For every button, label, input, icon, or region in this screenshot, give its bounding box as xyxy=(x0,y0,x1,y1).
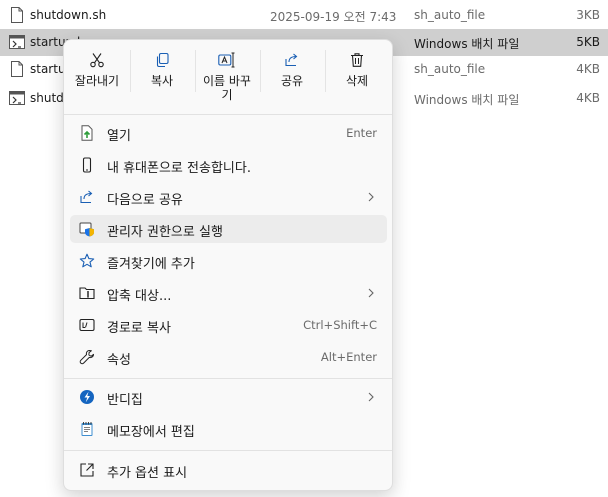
copy-path-icon xyxy=(79,318,95,332)
menu-item-open[interactable]: 열기 Enter xyxy=(70,119,387,147)
phone-icon xyxy=(82,157,92,173)
delete-label: 삭제 xyxy=(345,74,369,88)
notepad-icon xyxy=(81,422,93,436)
chevron-right-icon xyxy=(368,192,374,202)
menu-item-label: 관리자 권한으로 실행 xyxy=(107,225,223,240)
copy-button[interactable]: 복사 xyxy=(131,48,193,104)
menu-item-label: 열기 xyxy=(107,129,131,144)
file-name: shutdown.sh xyxy=(30,8,107,22)
menu-item-add-favorite[interactable]: 즐겨찾기에 추가 xyxy=(70,247,387,275)
zip-folder-icon xyxy=(79,287,95,300)
batch-file-icon xyxy=(9,35,25,49)
scissors-icon xyxy=(90,53,104,68)
file-size: 3KB xyxy=(576,8,600,22)
menu-item-shortcut: Alt+Enter xyxy=(320,350,377,364)
menu-item-show-more-options[interactable]: 추가 옵션 표시 xyxy=(70,456,387,484)
bandizip-icon xyxy=(80,390,94,404)
shield-icon xyxy=(79,222,94,237)
file-type: sh_auto_file xyxy=(414,62,486,76)
menu-divider xyxy=(64,450,392,451)
file-row-shutdown-sh[interactable]: shutdown.sh 2025-09-19 오전 7:43 sh_auto_f… xyxy=(0,2,608,29)
open-icon xyxy=(81,125,93,141)
share-icon xyxy=(80,190,93,204)
menu-item-copy-as-path[interactable]: 경로로 복사 Ctrl+Shift+C xyxy=(70,311,387,339)
file-size: 4KB xyxy=(576,91,600,105)
menu-divider xyxy=(64,378,392,379)
file-explorer-view: shutdown.sh 2025-09-19 오전 7:43 sh_auto_f… xyxy=(0,0,608,497)
menu-item-share-with[interactable]: 다음으로 공유 xyxy=(70,183,387,211)
copy-label: 복사 xyxy=(150,74,174,88)
menu-divider xyxy=(64,114,392,115)
cut-button[interactable]: 잘라내기 xyxy=(66,48,128,104)
menu-item-shortcut: Ctrl+Shift+C xyxy=(303,318,377,332)
file-type: sh_auto_file xyxy=(414,8,486,22)
file-size: 5KB xyxy=(576,35,600,49)
file-type: Windows 배치 파일 xyxy=(414,93,520,107)
menu-item-compress-to[interactable]: 압축 대상... xyxy=(70,279,387,307)
chevron-right-icon xyxy=(368,288,374,298)
share-icon xyxy=(285,53,298,67)
star-icon xyxy=(79,253,95,268)
cut-label: 잘라내기 xyxy=(74,74,120,88)
menu-item-shortcut: Enter xyxy=(346,126,377,140)
file-date: 2025-09-19 오전 7:43 xyxy=(270,10,397,24)
quick-action-bar: 잘라내기 복사 이름 바꾸기 공유 삭제 xyxy=(64,40,392,106)
menu-item-properties[interactable]: 속성 Alt+Enter xyxy=(70,343,387,371)
share-quick-button[interactable]: 공유 xyxy=(261,48,323,104)
menu-item-label: 내 휴대폰으로 전송합니다. xyxy=(107,161,251,176)
script-file-icon xyxy=(11,7,23,23)
context-menu: 잘라내기 복사 이름 바꾸기 공유 삭제 열기 Enter 내 휴대폰으로 전송… xyxy=(63,39,393,491)
menu-item-run-as-admin[interactable]: 관리자 권한으로 실행 xyxy=(70,215,387,243)
file-size: 4KB xyxy=(576,62,600,76)
script-file-icon xyxy=(11,61,23,77)
menu-item-label: 압축 대상... xyxy=(107,289,172,304)
file-type: Windows 배치 파일 xyxy=(414,37,520,51)
menu-item-label: 메모장에서 편집 xyxy=(107,425,195,440)
menu-item-label: 속성 xyxy=(107,353,131,368)
rename-label: 이름 바꾸기 xyxy=(203,74,251,102)
chevron-right-icon xyxy=(368,392,374,402)
rename-icon xyxy=(218,52,235,68)
menu-item-label: 즐겨찾기에 추가 xyxy=(107,257,195,272)
menu-item-bandizip[interactable]: 반디집 xyxy=(70,383,387,411)
menu-item-label: 추가 옵션 표시 xyxy=(107,466,188,481)
menu-item-label: 다음으로 공유 xyxy=(107,193,183,208)
copy-icon xyxy=(156,52,169,68)
wrench-icon xyxy=(79,350,94,365)
delete-button[interactable]: 삭제 xyxy=(326,48,388,104)
menu-item-label: 경로로 복사 xyxy=(107,321,171,336)
menu-item-label: 반디집 xyxy=(107,393,143,408)
menu-item-edit-notepad[interactable]: 메모장에서 편집 xyxy=(70,415,387,443)
menu-item-send-to-phone[interactable]: 내 휴대폰으로 전송합니다. xyxy=(70,151,387,179)
rename-button[interactable]: 이름 바꾸기 xyxy=(196,48,258,104)
batch-file-icon xyxy=(9,91,25,105)
trash-icon xyxy=(351,53,363,67)
share-label: 공유 xyxy=(280,74,304,88)
more-options-icon xyxy=(80,463,94,477)
